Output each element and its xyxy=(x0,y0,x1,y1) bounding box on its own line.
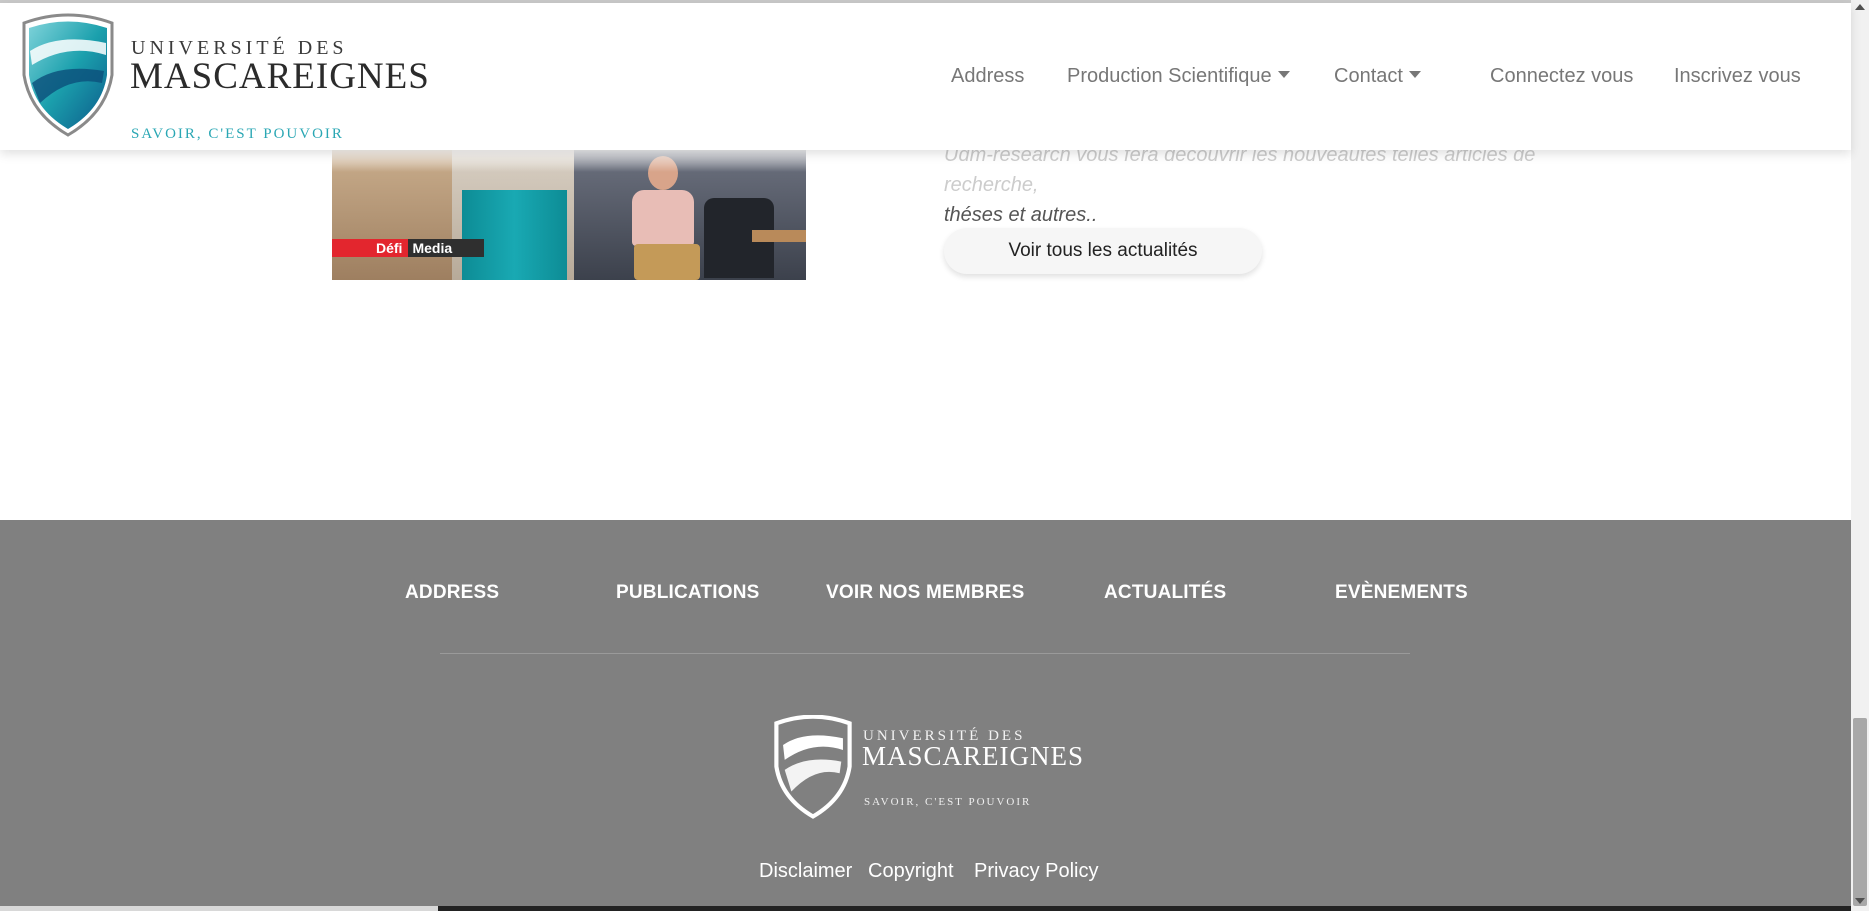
badge-white-part: Media xyxy=(412,240,453,256)
logo-tagline: SAVOIR, C'EST POUVOIR xyxy=(131,126,344,142)
disclaimer-link[interactable]: Disclaimer xyxy=(759,860,852,883)
site-header: UNIVERSITÉ DES MASCAREIGNES SAVOIR, C'ES… xyxy=(0,3,1851,150)
news-description: Udm-research vous fera découvrir les nou… xyxy=(944,140,1624,230)
photo-table xyxy=(752,230,806,242)
nav-register-link[interactable]: Inscrivez vous xyxy=(1674,65,1801,88)
footer-logo-line2: MASCAREIGNES xyxy=(862,741,1085,771)
nav-production-label: Production Scientifique xyxy=(1067,65,1272,87)
photo-fade xyxy=(332,150,806,172)
footer-divider xyxy=(440,653,1410,654)
defi-media-badge: Défi Media xyxy=(332,239,484,257)
footer-members-link[interactable]: VOIR NOS MEMBRES xyxy=(826,582,1025,604)
nav-production-scientifique-dropdown[interactable]: Production Scientifique xyxy=(1067,65,1290,88)
page-scrollbar[interactable] xyxy=(1851,0,1869,911)
scroll-down-arrow-icon[interactable] xyxy=(1855,898,1865,904)
person-legs xyxy=(634,244,700,280)
main-nav: Address Production Scientifique Contact … xyxy=(0,65,1851,97)
privacy-policy-link[interactable]: Privacy Policy xyxy=(974,860,1098,883)
copyright-link[interactable]: Copyright xyxy=(868,860,954,883)
footer-logo-tagline: SAVOIR, C'EST POUVOIR xyxy=(864,796,1032,808)
badge-red-part: Défi xyxy=(332,239,409,257)
footer-publications-link[interactable]: PUBLICATIONS xyxy=(616,582,760,604)
caret-down-icon xyxy=(1277,71,1290,79)
photo-person xyxy=(628,156,700,280)
legal-links: Disclaimer Copyright Privacy Policy xyxy=(0,860,1851,890)
see-all-news-button[interactable]: Voir tous les actualités xyxy=(944,228,1262,274)
footer-address-link[interactable]: ADDRESS xyxy=(405,582,499,604)
footer-events-link[interactable]: EVÈNEMENTS xyxy=(1335,582,1468,604)
photo-ribbon xyxy=(462,190,567,280)
scrollbar-thumb[interactable] xyxy=(1853,718,1867,906)
site-footer: ADDRESS PUBLICATIONS VOIR NOS MEMBRES AC… xyxy=(0,520,1851,906)
nav-address-link[interactable]: Address xyxy=(951,65,1024,88)
taskbar-strip xyxy=(0,906,1851,911)
nav-login-link[interactable]: Connectez vous xyxy=(1490,65,1633,88)
person-torso xyxy=(632,190,694,246)
scroll-up-arrow-icon[interactable] xyxy=(1855,4,1865,10)
news-text-line: théses et autres.. xyxy=(944,204,1098,226)
footer-news-link[interactable]: ACTUALITÉS xyxy=(1104,582,1226,604)
nav-contact-dropdown[interactable]: Contact xyxy=(1334,65,1421,88)
news-image[interactable]: Défi Media xyxy=(332,150,806,280)
footer-logo: UNIVERSITÉ DES MASCAREIGNES SAVOIR, C'ES… xyxy=(771,715,1091,825)
caret-down-icon xyxy=(1408,71,1421,79)
footer-shield-logo-icon xyxy=(774,715,852,819)
taskbar-light-segment xyxy=(0,906,438,911)
nav-contact-label: Contact xyxy=(1334,65,1403,87)
